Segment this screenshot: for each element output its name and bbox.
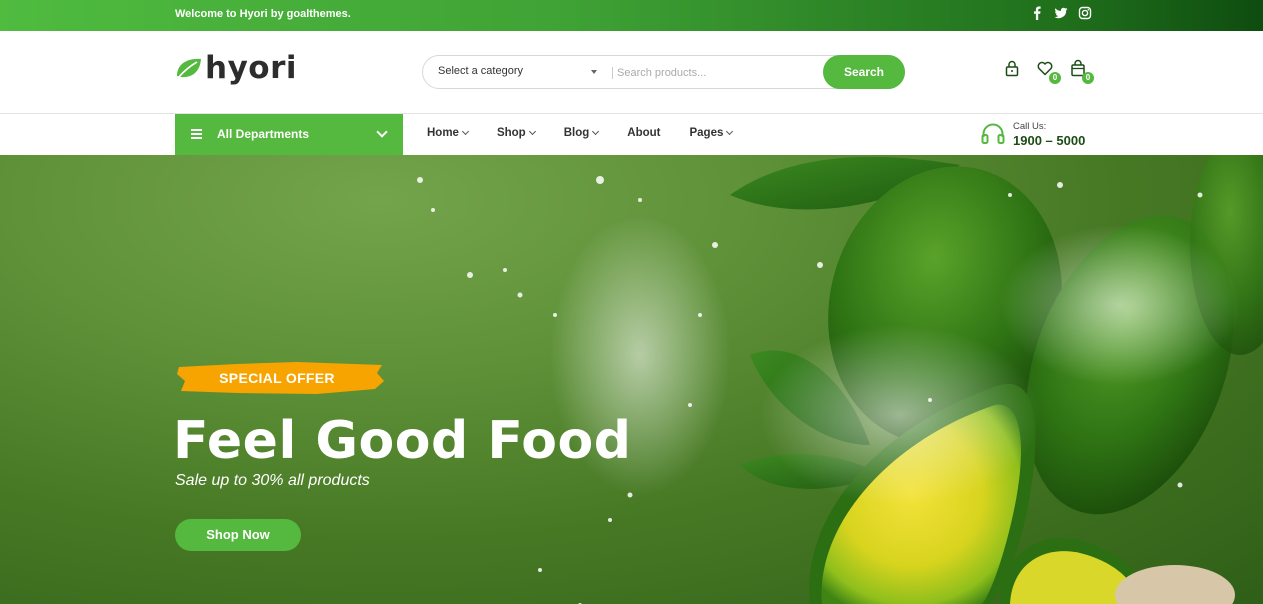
leaf-logo-icon	[177, 58, 201, 79]
call-us[interactable]: Call Us: 1900 – 5000	[980, 121, 1085, 148]
nav-item-label: Pages	[689, 127, 724, 139]
site-logo[interactable]: hyori	[175, 53, 297, 84]
category-select[interactable]: Select a category	[438, 65, 523, 77]
lock-icon	[1005, 60, 1019, 77]
nav-item-about[interactable]: About	[627, 127, 660, 139]
special-offer-text: SPECIAL OFFER	[219, 370, 335, 386]
nav-item-label: About	[627, 127, 661, 139]
search-divider	[612, 67, 613, 79]
wishlist-button[interactable]: 0	[1036, 59, 1061, 84]
cart-button[interactable]: 0	[1069, 59, 1094, 84]
headphones-icon	[981, 123, 1005, 144]
chevron-down-icon	[592, 127, 600, 136]
all-departments-label: All Departments	[217, 127, 310, 141]
main-navigation: All Departments Home Shop Blog About Pag…	[0, 114, 1263, 155]
cart-count-badge: 0	[1082, 72, 1094, 84]
phone-number: 1900 – 5000	[1013, 133, 1086, 148]
nav-menu: Home Shop Blog About Pages	[427, 127, 761, 139]
search-button[interactable]: Search	[823, 55, 905, 89]
nav-item-label: Blog	[563, 127, 590, 139]
chevron-down-icon	[461, 127, 469, 136]
top-bar: Welcome to Hyori by goalthemes.	[0, 0, 1263, 31]
logo-text: hyori	[205, 50, 297, 86]
instagram-icon[interactable]	[1078, 6, 1092, 20]
chevron-down-icon	[528, 127, 536, 136]
search-input[interactable]	[617, 62, 817, 84]
nav-item-shop[interactable]: Shop	[496, 127, 536, 139]
nav-item-label: Shop	[496, 127, 526, 139]
nav-item-pages[interactable]: Pages	[689, 127, 734, 139]
nav-item-label: Home	[427, 127, 459, 139]
search-bar: Select a category Search	[422, 55, 905, 89]
chevron-down-icon	[376, 126, 388, 138]
facebook-icon[interactable]	[1030, 6, 1044, 20]
category-caret-icon[interactable]	[591, 70, 597, 74]
hero-banner: SPECIAL OFFER Feel Good Food Sale up to …	[0, 155, 1263, 604]
twitter-icon[interactable]	[1054, 6, 1068, 20]
nav-item-home[interactable]: Home	[427, 127, 469, 139]
site-header: hyori Select a category Search 0 0	[0, 31, 1263, 114]
chevron-down-icon	[726, 127, 734, 136]
social-links	[1030, 6, 1092, 20]
welcome-text: Welcome to Hyori by goalthemes.	[175, 8, 351, 20]
shop-now-button[interactable]: Shop Now	[175, 519, 301, 551]
call-us-label: Call Us:	[1013, 121, 1047, 132]
hamburger-icon	[191, 129, 202, 139]
nav-item-blog[interactable]: Blog	[563, 127, 600, 139]
hero-title: Feel Good Food	[173, 411, 632, 471]
special-offer-badge: SPECIAL OFFER	[177, 359, 387, 397]
all-departments-button[interactable]: All Departments	[175, 114, 403, 155]
header-icons: 0 0	[1003, 59, 1094, 84]
account-button[interactable]	[1003, 59, 1023, 79]
hero-subtitle: Sale up to 30% all products	[175, 472, 370, 489]
wishlist-count-badge: 0	[1049, 72, 1061, 84]
